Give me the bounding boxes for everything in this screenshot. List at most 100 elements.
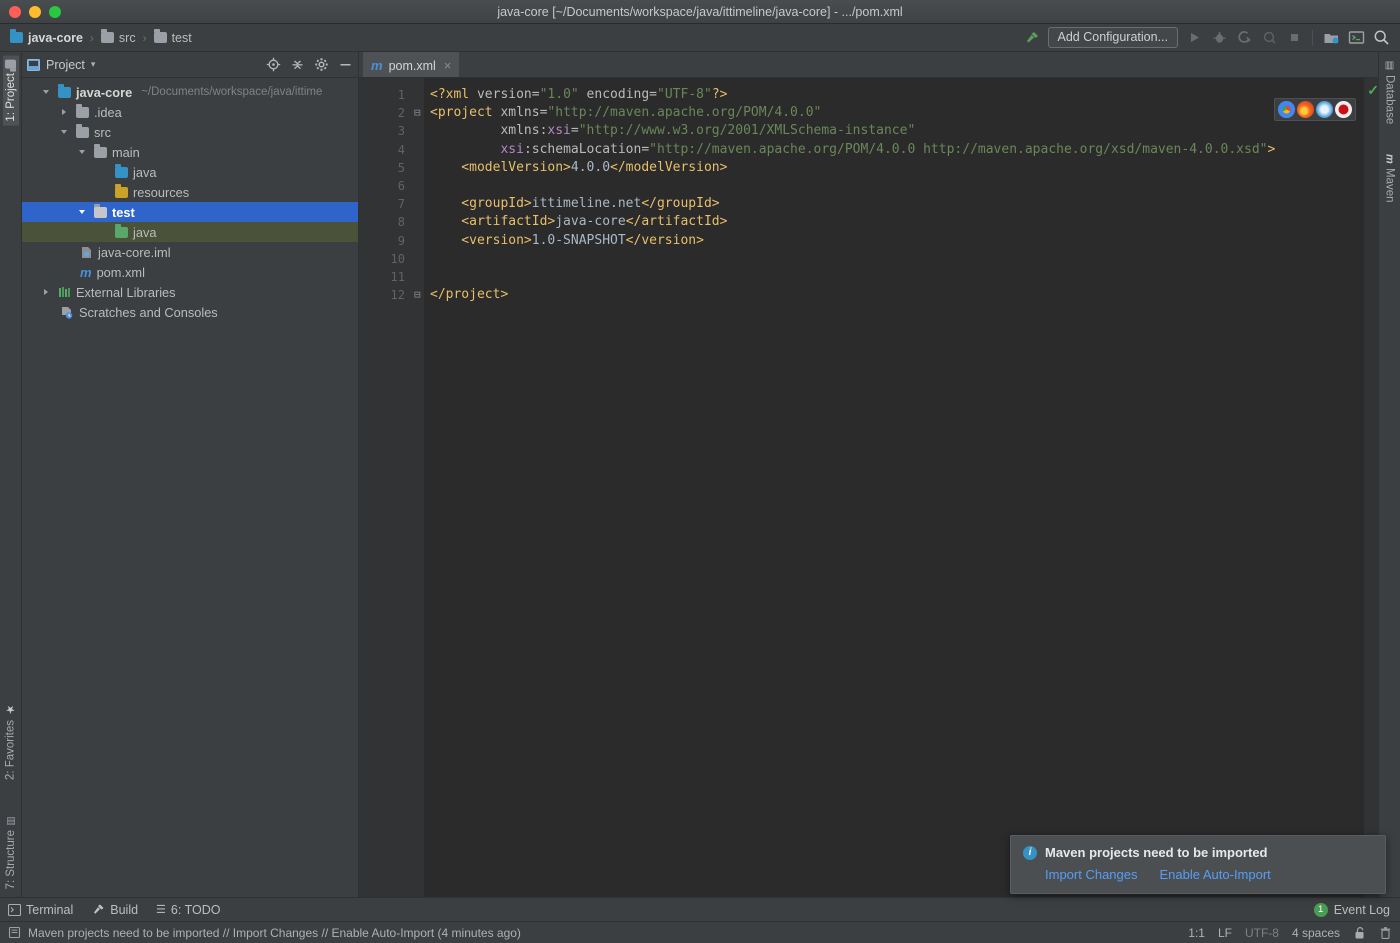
chevron-down-icon[interactable] <box>78 207 89 218</box>
folder-icon <box>76 103 89 118</box>
opera-icon[interactable] <box>1335 101 1352 118</box>
status-bar-right: 1:1 LF UTF-8 4 spaces <box>1188 926 1392 940</box>
code-token: <?xml <box>430 87 470 102</box>
tree-item-resources[interactable]: resources <box>22 182 358 202</box>
trash-icon[interactable] <box>1379 926 1392 940</box>
code-token: = <box>570 123 579 139</box>
chevron-right-icon[interactable] <box>42 287 53 298</box>
browser-preview-bar <box>1274 98 1356 121</box>
editor-area: m pom.xml × 1 2 3 4 5 6 7 8 9 10 11 12 ⊟… <box>359 52 1378 897</box>
play-icon[interactable] <box>1185 29 1203 47</box>
intellij-window: java-core [~/Documents/workspace/java/it… <box>0 0 1400 943</box>
breadcrumb-item-project[interactable]: java-core <box>6 29 87 46</box>
sidebar-item-structure[interactable]: 7: Structure ▤ <box>3 811 19 893</box>
collapse-all-icon[interactable] <box>290 57 305 72</box>
line-number: 11 <box>390 270 405 285</box>
code-token: "http://www.w3.org/2001/XMLSchema-instan… <box>578 123 916 139</box>
close-window-button[interactable] <box>9 5 21 18</box>
folder-icon <box>94 143 107 158</box>
chevron-right-icon[interactable] <box>60 107 71 118</box>
code-token: > <box>1267 141 1276 157</box>
tree-item-scratches[interactable]: Scratches and Consoles <box>22 302 358 322</box>
caret-position[interactable]: 1:1 <box>1188 926 1205 940</box>
tree-item-java-core[interactable]: java-core ~/Documents/workspace/java/itt… <box>22 82 358 102</box>
locate-file-icon[interactable] <box>266 57 281 72</box>
maximize-window-button[interactable] <box>49 5 61 18</box>
indent-setting[interactable]: 4 spaces <box>1292 926 1340 940</box>
right-tool-stripe: ▥ Database m Maven <box>1378 52 1400 897</box>
code-token: "UTF-8" <box>657 87 712 102</box>
project-structure-icon[interactable] <box>1322 29 1340 47</box>
tree-item-external-libraries[interactable]: External Libraries <box>22 282 358 302</box>
tree-item-src[interactable]: src <box>22 122 358 142</box>
safari-icon[interactable] <box>1316 101 1333 118</box>
sidebar-item-favorites[interactable]: 2: Favorites ★ <box>2 699 19 784</box>
tree-item-main[interactable]: main <box>22 142 358 162</box>
add-configuration-button[interactable]: Add Configuration... <box>1047 27 1178 48</box>
inspection-widget[interactable]: ✓ <box>1364 78 1378 897</box>
tree-item-test-java[interactable]: java <box>22 222 358 242</box>
line-number: 9 <box>397 233 405 248</box>
terminal-icon[interactable] <box>1347 29 1365 47</box>
tool-window-todo[interactable]: ☰ 6: TODO <box>156 903 220 917</box>
coverage-icon[interactable] <box>1235 29 1253 47</box>
status-message[interactable]: Maven projects need to be imported // Im… <box>28 926 521 940</box>
sidebar-item-database[interactable]: ▥ Database <box>1382 56 1398 128</box>
hammer-icon[interactable] <box>1023 29 1041 47</box>
module-folder-icon <box>10 29 23 43</box>
notification-balloon: i Maven projects need to be imported Imp… <box>1010 835 1386 894</box>
file-encoding[interactable]: UTF-8 <box>1245 926 1279 940</box>
editor-marker-bar[interactable] <box>1350 78 1364 897</box>
event-log-button[interactable]: 1 Event Log <box>1313 902 1390 917</box>
settings-gear-icon[interactable] <box>314 57 329 72</box>
tool-window-build[interactable]: Build <box>91 903 138 917</box>
notification-header: i Maven projects need to be imported <box>1023 845 1373 860</box>
tree-item-label: java <box>133 164 157 180</box>
terminal-icon <box>8 903 21 916</box>
project-panel-title[interactable]: Project ▾ <box>27 58 95 72</box>
project-tree: java-core ~/Documents/workspace/java/itt… <box>22 78 358 897</box>
hide-panel-icon[interactable] <box>338 57 353 72</box>
chevron-down-icon[interactable] <box>42 87 53 98</box>
import-changes-link[interactable]: Import Changes <box>1045 867 1138 882</box>
profile-icon[interactable] <box>1260 29 1278 47</box>
minimize-window-button[interactable] <box>29 5 41 18</box>
bug-icon[interactable] <box>1210 29 1228 47</box>
tool-window-terminal[interactable]: Terminal <box>8 903 73 917</box>
tab-pom-xml[interactable]: m pom.xml × <box>363 52 460 77</box>
chevron-down-icon[interactable]: ▾ <box>91 59 96 70</box>
code-folding-gutter[interactable]: ⊟ ⊟ <box>414 78 424 897</box>
sidebar-item-maven[interactable]: m Maven <box>1382 150 1398 206</box>
build-label: Build <box>110 902 139 917</box>
code-line: <?xml version="1.0" encoding="UTF-8"?> <box>430 86 1350 104</box>
breadcrumb-label: test <box>171 30 192 45</box>
tree-item-iml[interactable]: java-core.iml <box>22 242 358 262</box>
unlocked-icon[interactable] <box>1353 926 1366 940</box>
enable-auto-import-link[interactable]: Enable Auto-Import <box>1160 867 1271 882</box>
line-separator[interactable]: LF <box>1218 926 1232 940</box>
breadcrumb-separator: › <box>89 30 94 45</box>
tree-item-main-java[interactable]: java <box>22 162 358 182</box>
breadcrumb-item-src[interactable]: src <box>97 29 140 46</box>
message-icon[interactable] <box>8 926 21 939</box>
chevron-down-icon[interactable] <box>78 147 89 158</box>
line-number: 1 <box>397 88 405 102</box>
sidebar-item-project[interactable]: 1: Project <box>2 56 19 126</box>
tab-label: pom.xml <box>388 58 436 73</box>
breadcrumb-item-test[interactable]: test <box>150 29 196 46</box>
tree-item-idea[interactable]: .idea <box>22 102 358 122</box>
tree-item-label: main <box>112 144 140 160</box>
stop-icon[interactable] <box>1285 29 1303 47</box>
chrome-icon[interactable] <box>1278 101 1295 118</box>
close-icon[interactable]: × <box>444 58 452 73</box>
tree-item-pom[interactable]: m pom.xml <box>22 262 358 282</box>
firefox-icon[interactable] <box>1297 101 1314 118</box>
line-number-gutter: 1 2 3 4 5 6 7 8 9 10 11 12 <box>359 78 414 897</box>
folder-icon <box>76 123 89 138</box>
search-icon[interactable] <box>1372 29 1390 47</box>
todo-icon: ☰ <box>156 904 166 916</box>
tree-item-test[interactable]: test <box>22 202 358 222</box>
chevron-down-icon[interactable] <box>60 127 71 138</box>
code-content[interactable]: <?xml version="1.0" encoding="UTF-8"?> <p… <box>424 78 1350 897</box>
